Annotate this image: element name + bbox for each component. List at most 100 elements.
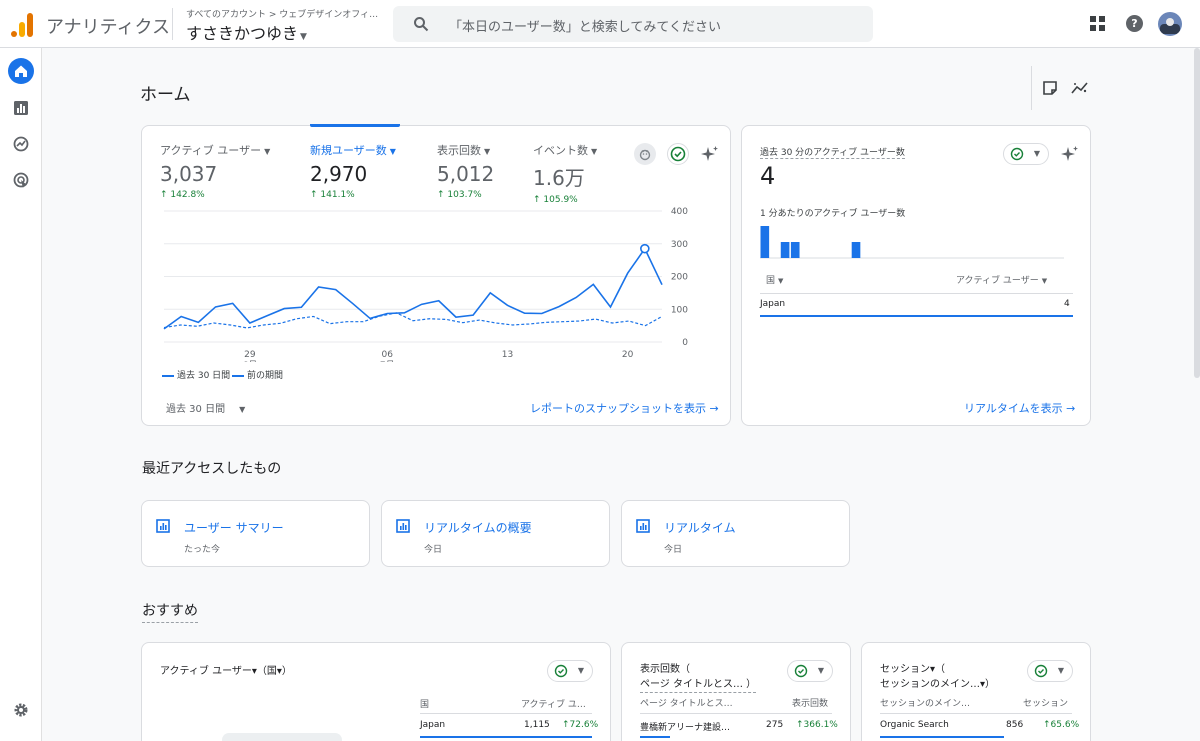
row-label: 豊橋新アリーナ建設…	[640, 723, 731, 733]
chevron-down-icon: ▼	[239, 405, 246, 414]
users-column-header[interactable]: アクティブ ユーザー ▼	[956, 273, 1047, 286]
legend-previous-label: 前の期間	[247, 371, 284, 381]
left-nav	[0, 48, 42, 741]
check-status-icon[interactable]	[667, 143, 689, 165]
chevron-down-icon: ▼	[817, 666, 824, 675]
chevron-down-icon: ▼	[389, 147, 396, 156]
property-name: すさきかつゆき	[186, 24, 299, 43]
col-header-page-title: ページ タイトルとス…	[640, 699, 733, 709]
chevron-down-icon: ▼	[300, 32, 307, 42]
minute-bar[interactable]	[780, 242, 790, 258]
x-tick-month-label: 7月	[380, 360, 395, 362]
row-share-bar	[760, 315, 1073, 317]
recent-item-realtime-overview[interactable]: リアルタイムの概要 今日	[381, 500, 610, 567]
card-title-line1[interactable]: 表示回数（	[640, 660, 690, 675]
reports-icon[interactable]	[13, 100, 29, 116]
row-value: 275	[766, 720, 784, 730]
sparkle-icon[interactable]	[1060, 144, 1080, 164]
minute-bar[interactable]	[851, 242, 861, 258]
world-map-shape	[222, 733, 342, 741]
legend-current-label: 過去 30 日間	[177, 371, 231, 381]
y-tick-label: 200	[671, 273, 688, 283]
card-status-pill[interactable]: ▼	[787, 660, 833, 682]
x-tick-label: 06	[382, 350, 394, 360]
recent-item-realtime[interactable]: リアルタイム 今日	[621, 500, 850, 567]
y-tick-label: 300	[671, 240, 688, 250]
card-title-line1[interactable]: セッション▾（	[880, 660, 945, 675]
suggestions-section-title: おすすめ	[142, 600, 198, 623]
card-title[interactable]: アクティブ ユーザー▾（国▾）	[160, 662, 292, 677]
chevron-down-icon: ▼	[577, 666, 584, 675]
avatar[interactable]	[1158, 12, 1182, 36]
app-title[interactable]: アナリティクス	[46, 13, 170, 39]
date-range-selector[interactable]: 過去 30 日間 ▼	[166, 400, 245, 415]
home-icon[interactable]	[8, 58, 34, 84]
row-change: ↑65.6%	[1043, 720, 1080, 730]
metric-value: 5,012	[437, 162, 495, 186]
minute-bar[interactable]	[760, 226, 770, 258]
country-header-label: 国	[766, 276, 776, 286]
settings-gear-icon[interactable]	[13, 702, 29, 718]
col-header-sessions: セッション	[1023, 699, 1069, 709]
help-icon[interactable]: ?	[1126, 15, 1143, 32]
row-value: 1,115	[524, 720, 550, 730]
check-status-icon	[1010, 147, 1024, 161]
apps-grid-icon[interactable]	[1090, 16, 1106, 32]
row-value: 856	[1006, 720, 1024, 730]
overview-line-chart: 400 300 200 100 0 296月 067月 13 20	[163, 207, 688, 362]
col-header-country: 国	[420, 700, 430, 710]
metric-label: 新規ユーザー数	[310, 144, 387, 157]
advertising-icon[interactable]	[13, 172, 29, 188]
analytics-logo[interactable]	[11, 11, 33, 37]
sparkle-icon[interactable]	[700, 144, 720, 164]
metric-new-users[interactable]: 新規ユーザー数 ▼ 2,970 ↑ 141.1%	[310, 142, 396, 200]
realtime-status-pill[interactable]: ▼	[1003, 143, 1049, 165]
recent-item-user-summary[interactable]: ユーザー サマリー たった今	[141, 500, 370, 567]
search-bar[interactable]: 「本日のユーザー数」と検索してみてください	[393, 6, 873, 42]
metric-views[interactable]: 表示回数 ▼ 5,012 ↑ 103.7%	[437, 142, 494, 200]
legend-solid-swatch	[162, 374, 174, 377]
table-divider	[760, 293, 1073, 294]
note-icon[interactable]	[1042, 80, 1058, 96]
metric-active-users[interactable]: アクティブ ユーザー ▼ 3,037 ↑ 142.8%	[160, 142, 270, 200]
explore-icon[interactable]	[13, 136, 29, 152]
metric-value: 2,970	[310, 162, 368, 186]
toolbar-divider	[1031, 66, 1032, 110]
x-tick-label: 13	[502, 350, 513, 360]
y-tick-label: 100	[671, 305, 688, 315]
suggestion-card-active-users: アクティブ ユーザー▾（国▾） ▼ 国 アクティブ ユ… Japan 1,115…	[141, 642, 611, 741]
active-tab-indicator	[310, 124, 400, 127]
recent-item-title: リアルタイム	[664, 521, 736, 535]
view-realtime-link[interactable]: リアルタイムを表示 →	[964, 400, 1075, 416]
y-tick-label: 0	[682, 338, 688, 348]
metric-events[interactable]: イベント数 ▼ 1.6万 ↑ 105.9%	[533, 142, 597, 205]
recent-item-title: ユーザー サマリー	[184, 521, 284, 535]
highlight-point	[640, 243, 650, 254]
property-selector[interactable]: すさきかつゆき ▼	[186, 20, 307, 44]
chevron-down-icon: ▼	[1033, 149, 1040, 158]
users-cell: 4	[1064, 299, 1070, 309]
insights-icon[interactable]	[1071, 80, 1089, 96]
card-status-pill[interactable]: ▼	[1027, 660, 1073, 682]
row-change: ↑366.1%	[796, 720, 838, 730]
check-status-icon	[1034, 664, 1048, 678]
metric-change: ↑ 142.8%	[160, 190, 205, 200]
row-share-bar	[880, 736, 1004, 738]
chevron-down-icon: ▼	[591, 147, 598, 156]
metric-change: ↑ 141.1%	[310, 190, 355, 200]
card-title-line2[interactable]: ページ タイトルとス… ）	[640, 675, 757, 693]
metric-label: イベント数	[533, 144, 588, 157]
account-breadcrumb[interactable]: すべてのアカウント > ウェブデザインオフィ…	[186, 7, 378, 20]
country-column-header[interactable]: 国 ▼	[766, 273, 783, 286]
legend-dashed-swatch	[232, 374, 244, 377]
anomaly-icon[interactable]	[634, 143, 656, 165]
date-range-label: 過去 30 日間	[166, 404, 226, 415]
y-tick-label: 400	[671, 207, 688, 217]
view-snapshot-link[interactable]: レポートのスナップショットを表示 →	[530, 400, 719, 416]
card-title-line2[interactable]: セッションのメイン…▾）	[880, 675, 995, 690]
minute-bar[interactable]	[790, 242, 800, 258]
chevron-down-icon: ▼	[778, 277, 784, 285]
card-status-pill[interactable]: ▼	[547, 660, 593, 682]
page-scrollbar[interactable]	[1194, 48, 1200, 378]
series-line-previous-period	[163, 312, 663, 329]
